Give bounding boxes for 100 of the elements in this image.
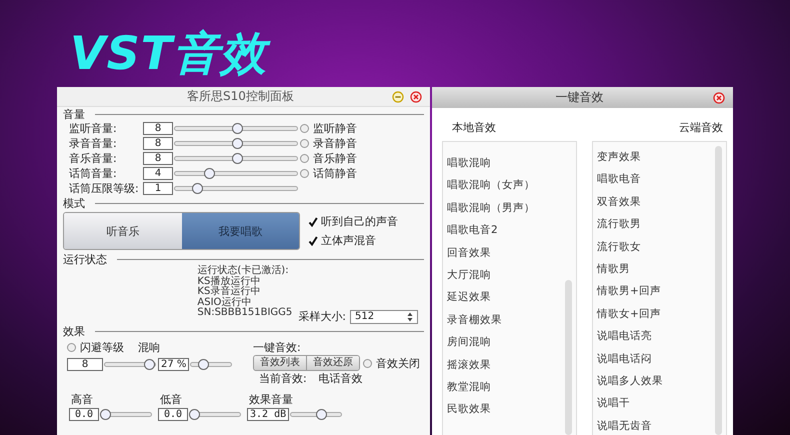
effect-button[interactable]: 音效还原 xyxy=(307,356,359,370)
value-field[interactable]: 0.0 xyxy=(69,408,99,421)
effect-item[interactable]: 说唱无齿音 xyxy=(597,414,726,435)
radio-button[interactable] xyxy=(300,139,309,148)
effect-item[interactable]: 双音效果 xyxy=(597,190,726,214)
volume-label: 话筒音量: xyxy=(69,166,118,181)
value-field[interactable]: 0.0 xyxy=(158,408,188,421)
radio-button[interactable] xyxy=(300,154,309,163)
effect-off-label: 音效关闭 xyxy=(376,356,420,370)
effect-item[interactable]: 说唱电话闷 xyxy=(597,348,726,370)
effect-item[interactable]: 流行歌女 xyxy=(597,236,726,258)
slider-thumb[interactable] xyxy=(144,359,155,370)
effect-item[interactable]: 大厅混响 xyxy=(447,264,576,286)
effect-item[interactable]: 唱歌混响（男声） xyxy=(447,196,576,220)
checkbox[interactable] xyxy=(308,236,318,246)
list-heading: 云端音效 xyxy=(679,120,723,135)
status-line: KS播放运行中 xyxy=(197,276,262,286)
window-title: 客所思S10控制面板 xyxy=(186,88,295,105)
mute-label: 录音静音 xyxy=(313,136,357,151)
mute-label: 音乐静音 xyxy=(313,151,357,166)
slider[interactable] xyxy=(174,183,298,194)
slider-thumb[interactable] xyxy=(232,123,244,134)
eq-label: 效果音量 xyxy=(248,392,294,407)
current-effect-value: 电话音效 xyxy=(318,371,363,386)
slider-thumb[interactable] xyxy=(316,409,328,420)
option-label: 立体声混音 xyxy=(321,233,376,248)
checkbox[interactable] xyxy=(308,216,318,226)
close-icon[interactable] xyxy=(713,92,725,104)
status-line: SN:SBBB151BIGG5 xyxy=(197,308,292,318)
radio-button[interactable] xyxy=(300,124,309,133)
value-field[interactable]: 8 xyxy=(143,152,173,165)
status-line: 运行状态(卡已激活): xyxy=(197,266,290,276)
effect-item[interactable]: 情歌女+回声 xyxy=(597,302,726,326)
close-icon[interactable] xyxy=(410,90,422,102)
effect-item[interactable]: 变声效果 xyxy=(597,146,726,168)
slider[interactable] xyxy=(290,409,342,420)
section-heading: 运行状态 xyxy=(63,252,107,266)
minimize-icon[interactable] xyxy=(392,90,404,102)
effect-item[interactable]: 民歌效果 xyxy=(447,398,576,421)
effect-item[interactable]: 情歌男+回声 xyxy=(597,280,726,303)
slider[interactable] xyxy=(190,359,232,370)
effect-item[interactable]: 教堂混响 xyxy=(447,376,576,398)
window-title: 一键音效 xyxy=(554,89,604,106)
spinner-icon[interactable] xyxy=(407,312,413,322)
radio-button[interactable] xyxy=(67,343,76,352)
effect-item[interactable]: 唱歌电音 xyxy=(597,168,726,191)
value-field[interactable]: 8 xyxy=(143,122,173,135)
slider[interactable] xyxy=(189,409,241,420)
value-field[interactable]: 3.2 dB xyxy=(247,408,290,421)
effect-item[interactable]: 延迟效果 xyxy=(447,286,576,309)
slider[interactable] xyxy=(174,168,298,179)
eq-label: 高音 xyxy=(70,392,94,407)
value-field[interactable]: 8 xyxy=(143,137,173,150)
scrollbar[interactable] xyxy=(565,280,572,435)
value-field[interactable]: 8 xyxy=(67,358,103,371)
option-label: 听到自己的声音 xyxy=(321,214,398,229)
slider-thumb[interactable] xyxy=(232,153,244,164)
value-field[interactable]: 1 xyxy=(143,182,173,195)
section-heading: 效果 xyxy=(63,324,85,338)
effect-item[interactable]: 说唱多人效果 xyxy=(597,370,726,392)
volume-label: 音乐音量: xyxy=(69,151,118,166)
effect-item[interactable]: 唱歌混响（女声） xyxy=(447,174,576,197)
scrollbar[interactable] xyxy=(715,146,722,435)
effect-item[interactable]: 唱歌混响 xyxy=(447,152,576,174)
mode-button[interactable]: 听音乐 xyxy=(64,213,182,249)
effect-item[interactable]: 流行歌男 xyxy=(597,213,726,236)
slider[interactable] xyxy=(174,153,298,164)
value-field[interactable]: 27 % xyxy=(158,358,190,371)
slider-thumb[interactable] xyxy=(204,168,216,179)
mute-label: 监听静音 xyxy=(313,121,357,136)
sample-size-label: 采样大小: xyxy=(298,309,346,324)
radio-button[interactable] xyxy=(300,169,309,178)
effect-item[interactable]: 摇滚效果 xyxy=(447,354,576,376)
effect-item[interactable]: 说唱干 xyxy=(597,392,726,415)
sample-size-select[interactable]: 512 xyxy=(350,310,418,324)
status-line: ASIO运行中 xyxy=(197,298,252,308)
effect-item[interactable]: 回音效果 xyxy=(447,242,576,264)
section-heading: 音量 xyxy=(63,106,85,122)
mute-label: 话筒静音 xyxy=(313,166,357,181)
effect-button[interactable]: 音效列表 xyxy=(254,356,307,370)
effect-item[interactable]: 唱歌电音2 xyxy=(447,219,576,242)
slider[interactable] xyxy=(174,123,298,134)
effect-item[interactable]: 录音棚效果 xyxy=(447,308,576,332)
volume-label: 话筒压限等级: xyxy=(69,181,140,196)
effect-item[interactable]: 说唱电话亮 xyxy=(597,325,726,348)
slider-thumb[interactable] xyxy=(100,409,111,420)
slider[interactable] xyxy=(104,359,156,370)
slider[interactable] xyxy=(100,409,152,420)
volume-label: 录音音量: xyxy=(69,136,118,151)
radio-button[interactable] xyxy=(363,358,372,368)
eq-label: 低音 xyxy=(159,392,183,407)
slider[interactable] xyxy=(174,138,298,149)
slider-thumb[interactable] xyxy=(189,409,200,420)
value-field[interactable]: 4 xyxy=(143,167,173,180)
slider-thumb[interactable] xyxy=(198,359,209,370)
slider-thumb[interactable] xyxy=(232,138,244,149)
slider-thumb[interactable] xyxy=(192,183,203,194)
effect-item[interactable]: 情歌男 xyxy=(597,258,726,280)
volume-label: 监听音量: xyxy=(69,121,118,136)
effect-item[interactable]: 房间混响 xyxy=(447,331,576,354)
